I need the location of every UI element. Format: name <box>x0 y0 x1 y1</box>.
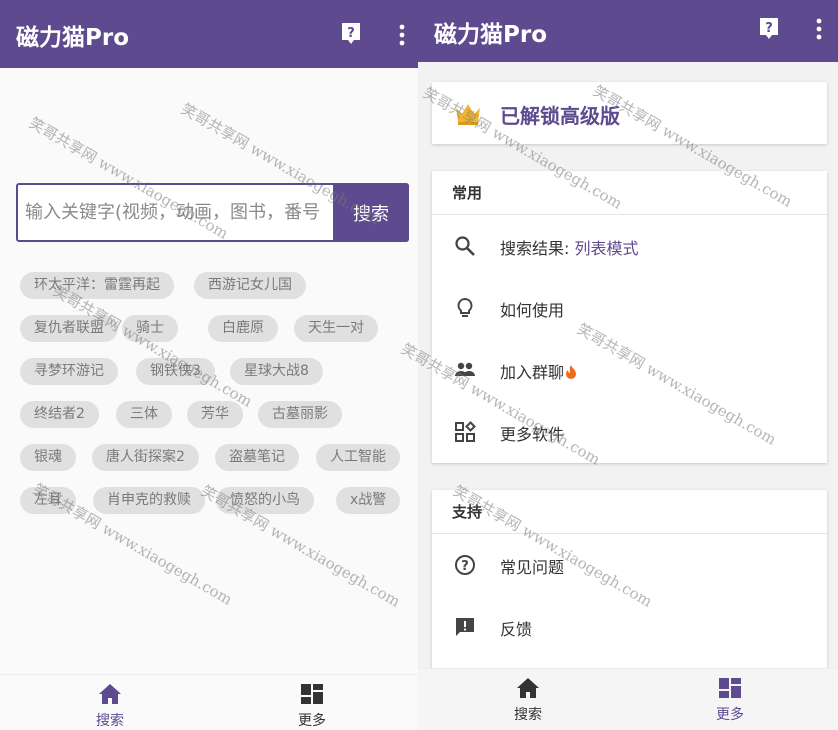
keyword-chip[interactable]: 左耳 <box>20 487 76 514</box>
support-section-title: 支持 <box>432 490 827 534</box>
keyword-chip[interactable]: x战警 <box>336 487 401 514</box>
question-circle-icon: ? <box>455 555 475 575</box>
feedback-label: 反馈 <box>500 620 533 639</box>
keyword-chip[interactable]: 盗墓笔记 <box>215 444 299 471</box>
keyword-chip[interactable]: 环太平洋：雷霆再起 <box>20 272 174 299</box>
fire-icon <box>566 365 577 379</box>
more-apps-item[interactable]: 更多软件 <box>432 401 827 463</box>
keyword-chip[interactable]: 星球大战8 <box>230 358 323 385</box>
dashboard-icon <box>301 684 323 704</box>
apps-icon <box>455 421 476 442</box>
keyword-chip[interactable]: 芳华 <box>187 401 243 428</box>
group-icon <box>455 362 475 376</box>
home-icon <box>99 684 121 704</box>
search-input[interactable] <box>18 185 334 240</box>
app-bar: 磁力猫Pro ? <box>418 0 838 62</box>
crown-icon <box>456 104 480 125</box>
keyword-chip[interactable]: 终结者2 <box>20 401 99 428</box>
search-result-mode-value: 列表模式 <box>574 239 639 258</box>
keyword-chip[interactable]: 肖申克的救赎 <box>93 487 205 514</box>
keyword-chip[interactable]: 白鹿原 <box>208 315 278 342</box>
common-section: 常用 搜索结果: 列表模式 如何使用 加入群聊 更多软件 <box>432 171 827 463</box>
nav-more-label: 更多 <box>298 713 326 729</box>
search-result-prefix: 搜索结果: <box>500 239 575 258</box>
join-group-text: 加入群聊 <box>500 363 565 382</box>
keyword-chip[interactable]: 天生一对 <box>294 315 378 342</box>
keyword-chip[interactable]: 骑士 <box>122 315 178 342</box>
join-group-label: 加入群聊 <box>500 359 577 383</box>
help-icon[interactable]: ? <box>758 17 780 41</box>
app-title: 磁力猫Pro <box>434 22 548 48</box>
nav-more-label: 更多 <box>716 707 744 723</box>
nav-search-label: 搜索 <box>96 713 124 729</box>
keyword-chip[interactable]: 西游记女儿国 <box>194 272 306 299</box>
more-apps-label: 更多软件 <box>500 425 565 444</box>
nav-search-label: 搜索 <box>514 707 542 723</box>
keyword-chip[interactable]: 愤怒的小鸟 <box>216 487 314 514</box>
search-result-mode-item[interactable]: 搜索结果: 列表模式 <box>432 215 827 277</box>
search-result-mode-label: 搜索结果: 列表模式 <box>500 235 639 259</box>
faq-label: 常见问题 <box>500 558 565 577</box>
faq-item[interactable]: ? 常见问题 <box>432 534 827 596</box>
home-icon <box>517 678 539 698</box>
search-icon <box>455 236 475 256</box>
help-icon[interactable]: ? <box>340 22 362 46</box>
support-section: 支持 ? 常见问题 反馈 <box>432 490 827 680</box>
keyword-chip[interactable]: 银魂 <box>20 444 76 471</box>
keyword-chip[interactable]: 人工智能 <box>316 444 400 471</box>
keyword-chip[interactable]: 钢铁侠3 <box>136 358 215 385</box>
more-screen: 磁力猫Pro ? 已解锁高级版 常用 搜索结果: 列表模式 如何使用 加入群聊 … <box>418 0 838 730</box>
pro-status-text: 已解锁高级版 <box>500 104 620 128</box>
search-screen: 磁力猫Pro ? 搜索 环太平洋：雷霆再起 西游记女儿国 复仇者联盟 骑士 白鹿… <box>0 0 418 730</box>
svg-text:?: ? <box>347 26 355 41</box>
nav-more[interactable]: 更多 <box>690 675 770 724</box>
feedback-icon <box>456 618 474 636</box>
app-title: 磁力猫Pro <box>16 25 130 51</box>
keyword-chip[interactable]: 唐人街探案2 <box>92 444 199 471</box>
join-group-item[interactable]: 加入群聊 <box>432 339 827 401</box>
app-bar: 磁力猫Pro ? <box>0 0 418 68</box>
keyword-chip[interactable]: 古墓丽影 <box>258 401 342 428</box>
nav-search[interactable]: 搜索 <box>488 675 568 724</box>
search-button[interactable]: 搜索 <box>333 183 409 242</box>
svg-text:?: ? <box>461 559 469 574</box>
nav-search[interactable]: 搜索 <box>70 681 150 730</box>
more-vert-icon[interactable] <box>399 24 405 46</box>
nav-more[interactable]: 更多 <box>272 681 352 730</box>
svg-text:?: ? <box>765 21 773 36</box>
bottom-navigation: 搜索 更多 <box>0 674 418 730</box>
keyword-chip[interactable]: 三体 <box>116 401 172 428</box>
more-vert-icon[interactable] <box>816 18 822 40</box>
lightbulb-icon <box>457 297 473 317</box>
pro-banner[interactable]: 已解锁高级版 <box>432 82 827 144</box>
keyword-chip[interactable]: 寻梦环游记 <box>20 358 118 385</box>
search-bar: 搜索 <box>16 183 409 242</box>
keyword-chip[interactable]: 复仇者联盟 <box>20 315 118 342</box>
how-to-use-label: 如何使用 <box>500 301 565 320</box>
bottom-navigation: 搜索 更多 <box>418 668 838 730</box>
how-to-use-item[interactable]: 如何使用 <box>432 277 827 339</box>
feedback-item[interactable]: 反馈 <box>432 596 827 658</box>
dashboard-icon <box>719 678 741 698</box>
common-section-title: 常用 <box>432 171 827 215</box>
